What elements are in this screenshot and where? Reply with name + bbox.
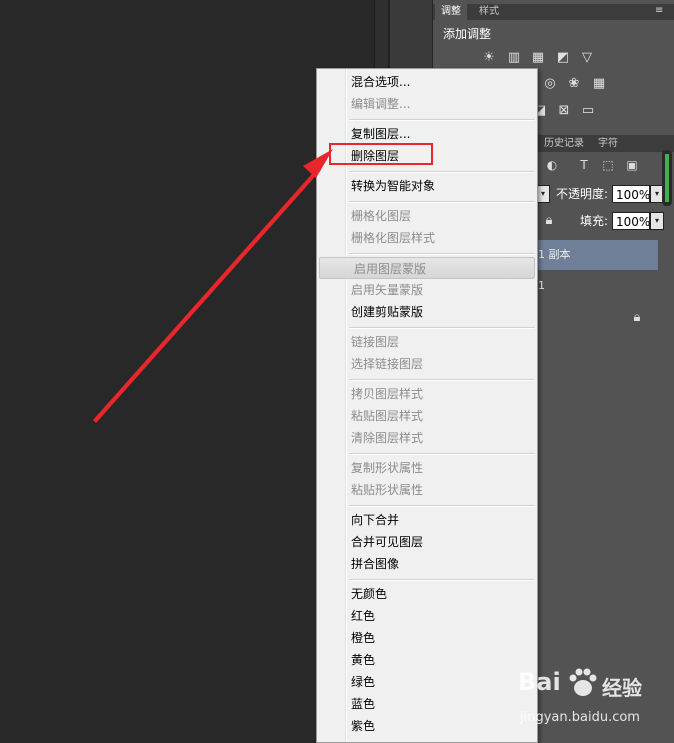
watermark-brand-suffix: 经验 bbox=[602, 676, 642, 700]
arrow-head bbox=[303, 149, 333, 178]
arrow-shaft bbox=[93, 167, 321, 423]
baidu-watermark: Bai 经验 jingyan.baidu.com bbox=[516, 660, 674, 740]
annotation-arrow bbox=[93, 149, 333, 423]
watermark-brand: Bai bbox=[518, 668, 561, 696]
watermark-url: jingyan.baidu.com bbox=[520, 710, 640, 725]
paw-icon bbox=[569, 668, 597, 696]
